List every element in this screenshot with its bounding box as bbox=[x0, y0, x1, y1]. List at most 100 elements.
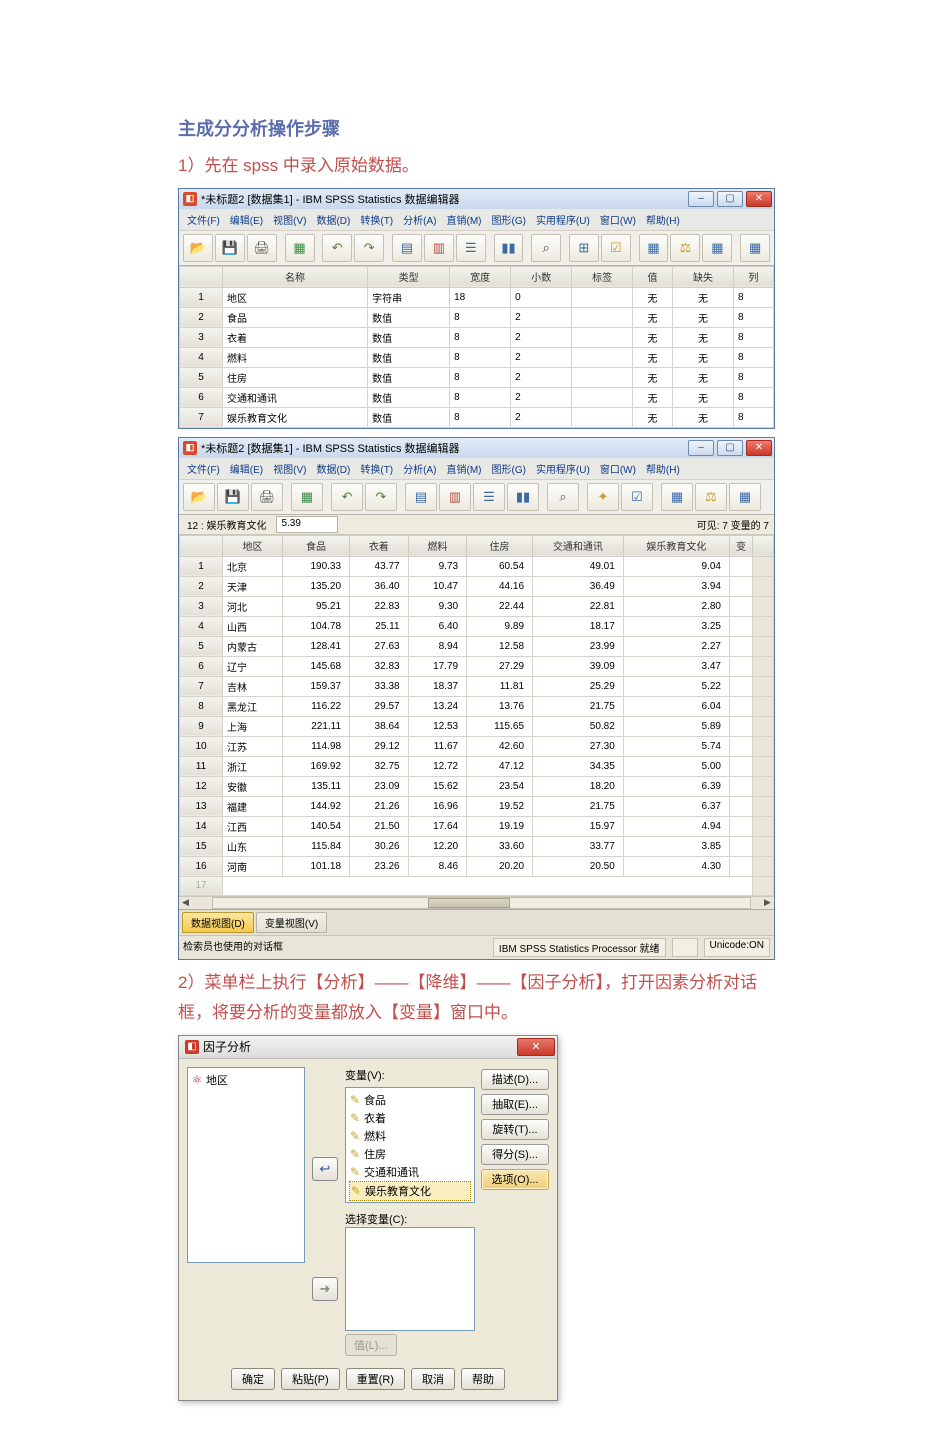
cell-columns[interactable]: 8 bbox=[734, 307, 774, 327]
cell-values[interactable]: 无 bbox=[633, 327, 673, 347]
cell-value[interactable]: 29.57 bbox=[350, 696, 409, 716]
cell-region[interactable]: 山东 bbox=[223, 836, 283, 856]
insert-cases-icon[interactable]: ✦ bbox=[587, 483, 619, 511]
cell-region[interactable]: 吉林 bbox=[223, 676, 283, 696]
table-row[interactable]: 5住房数值82无无8 bbox=[180, 367, 774, 387]
cell-value[interactable]: 12.58 bbox=[467, 636, 533, 656]
cell-value[interactable]: 8.94 bbox=[408, 636, 467, 656]
cell-decimals[interactable]: 2 bbox=[511, 327, 572, 347]
cell-type[interactable]: 字符串 bbox=[368, 287, 450, 307]
cell-value[interactable]: 4.94 bbox=[623, 816, 729, 836]
cell-value[interactable]: 95.21 bbox=[283, 596, 350, 616]
table-row[interactable]: 7吉林159.3733.3818.3711.8125.295.22 bbox=[180, 676, 774, 696]
cell-decimals[interactable]: 2 bbox=[511, 347, 572, 367]
cell-value[interactable]: 5.74 bbox=[623, 736, 729, 756]
variables-icon[interactable]: ☰ bbox=[456, 234, 486, 262]
cell-value[interactable]: 116.22 bbox=[283, 696, 350, 716]
cell-label[interactable] bbox=[572, 387, 633, 407]
row-header[interactable]: 1 bbox=[180, 287, 223, 307]
cell-value[interactable]: 25.29 bbox=[533, 676, 624, 696]
data-grid[interactable]: 地区 食品 衣着 燃料 住房 交通和通讯 娱乐教育文化 变 1北京190.334… bbox=[179, 535, 774, 896]
menu-utilities[interactable]: 实用程序(U) bbox=[532, 460, 594, 477]
cell-value[interactable]: 135.20 bbox=[283, 576, 350, 596]
cell-label[interactable] bbox=[572, 407, 633, 427]
row-header[interactable]: 2 bbox=[180, 576, 223, 596]
cell-value[interactable]: 36.40 bbox=[350, 576, 409, 596]
cell-value[interactable]: 8.46 bbox=[408, 856, 467, 876]
row-header[interactable]: 12 bbox=[180, 776, 223, 796]
cell-value[interactable]: 6.04 bbox=[623, 696, 729, 716]
cell-missing[interactable]: 无 bbox=[673, 307, 734, 327]
cell-value[interactable]: 9.30 bbox=[408, 596, 467, 616]
list-item[interactable]: ⚛ 地区 bbox=[191, 1071, 301, 1089]
menu-help[interactable]: 帮助(H) bbox=[642, 460, 684, 477]
row-header[interactable]: 16 bbox=[180, 856, 223, 876]
reset-button[interactable]: 重置(R) bbox=[346, 1368, 405, 1390]
table-row[interactable]: 2食品数值82无无8 bbox=[180, 307, 774, 327]
cell-value[interactable]: 9.89 bbox=[467, 616, 533, 636]
cell-missing[interactable]: 无 bbox=[673, 407, 734, 427]
cell-value[interactable]: 5.00 bbox=[623, 756, 729, 776]
table-row[interactable]: 13福建144.9221.2616.9619.5221.756.37 bbox=[180, 796, 774, 816]
row-header[interactable]: 5 bbox=[180, 636, 223, 656]
cell-value[interactable]: 135.11 bbox=[283, 776, 350, 796]
row-header[interactable]: 8 bbox=[180, 696, 223, 716]
cell-value[interactable]: 34.35 bbox=[533, 756, 624, 776]
cell-decimals[interactable]: 2 bbox=[511, 307, 572, 327]
value-labels-icon[interactable]: ▦ bbox=[639, 234, 669, 262]
cell-value[interactable]: 22.83 bbox=[350, 596, 409, 616]
cell-value[interactable]: 60.54 bbox=[467, 556, 533, 576]
menu-edit[interactable]: 编辑(E) bbox=[226, 460, 267, 477]
find-icon[interactable]: ⌕ bbox=[547, 483, 579, 511]
col-transport[interactable]: 交通和通讯 bbox=[533, 535, 624, 556]
menu-help[interactable]: 帮助(H) bbox=[642, 211, 684, 228]
vertical-scrollbar[interactable] bbox=[753, 576, 774, 596]
open-icon[interactable]: 📂 bbox=[183, 483, 215, 511]
cell-value[interactable]: 21.75 bbox=[533, 796, 624, 816]
cell-extra[interactable] bbox=[730, 856, 753, 876]
cell-extra[interactable] bbox=[730, 796, 753, 816]
cell-values[interactable]: 无 bbox=[633, 287, 673, 307]
cell-value[interactable]: 101.18 bbox=[283, 856, 350, 876]
find-icon[interactable]: ⌕ bbox=[531, 234, 561, 262]
row-header[interactable]: 13 bbox=[180, 796, 223, 816]
menu-transform[interactable]: 转换(T) bbox=[356, 460, 397, 477]
cell-extra[interactable] bbox=[730, 836, 753, 856]
cell-extra[interactable] bbox=[730, 776, 753, 796]
cell-value[interactable]: 12.53 bbox=[408, 716, 467, 736]
select-cases-icon[interactable]: ☑ bbox=[621, 483, 653, 511]
row-header[interactable]: 1 bbox=[180, 556, 223, 576]
col-decimals[interactable]: 小数 bbox=[511, 266, 572, 287]
menu-direct[interactable]: 直销(M) bbox=[442, 211, 485, 228]
cell-region[interactable]: 江苏 bbox=[223, 736, 283, 756]
goto-var-icon[interactable]: ▥ bbox=[439, 483, 471, 511]
cell-name[interactable]: 交通和通讯 bbox=[223, 387, 368, 407]
col-values[interactable]: 值 bbox=[633, 266, 673, 287]
cell-extra[interactable] bbox=[730, 556, 753, 576]
print-icon[interactable]: 🖨 bbox=[251, 483, 283, 511]
cell-value[interactable]: 25.11 bbox=[350, 616, 409, 636]
source-var-list[interactable]: ⚛ 地区 bbox=[187, 1067, 305, 1263]
row-header[interactable]: 6 bbox=[180, 387, 223, 407]
row-header[interactable]: 15 bbox=[180, 836, 223, 856]
table-row[interactable]: 3衣着数值82无无8 bbox=[180, 327, 774, 347]
value-labels-icon[interactable]: ▦ bbox=[661, 483, 693, 511]
row-header[interactable]: 11 bbox=[180, 756, 223, 776]
cell-region[interactable]: 浙江 bbox=[223, 756, 283, 776]
cell-value[interactable]: 144.92 bbox=[283, 796, 350, 816]
cell-value[interactable]: 190.33 bbox=[283, 556, 350, 576]
cell-extra[interactable] bbox=[730, 656, 753, 676]
col-name[interactable]: 名称 bbox=[223, 266, 368, 287]
table-row[interactable]: 5内蒙古128.4127.638.9412.5823.992.27 bbox=[180, 636, 774, 656]
cell-columns[interactable]: 8 bbox=[734, 387, 774, 407]
cell-value[interactable]: 6.39 bbox=[623, 776, 729, 796]
goto-case-icon[interactable]: ▤ bbox=[392, 234, 422, 262]
cell-label[interactable] bbox=[572, 367, 633, 387]
cell-value[interactable]: 6.40 bbox=[408, 616, 467, 636]
cell-value[interactable]: 115.65 bbox=[467, 716, 533, 736]
help-button[interactable]: 帮助 bbox=[461, 1368, 505, 1390]
cell-region[interactable]: 上海 bbox=[223, 716, 283, 736]
cell-label[interactable] bbox=[572, 327, 633, 347]
tab-data-view[interactable]: 数据视图(D) bbox=[182, 912, 254, 933]
row-header[interactable]: 14 bbox=[180, 816, 223, 836]
